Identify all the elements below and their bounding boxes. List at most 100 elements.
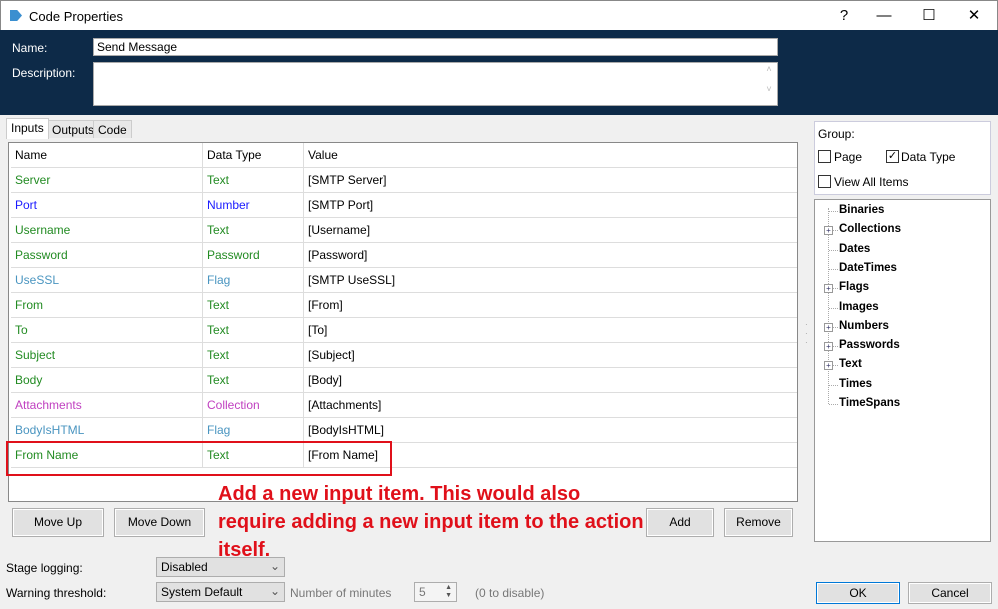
spinner-arrows-icon[interactable]: ▲ ▼ (445, 584, 452, 600)
row-data-type[interactable]: Text (203, 218, 304, 243)
row-name[interactable]: Server (11, 168, 203, 193)
title-bar: Code Properties ? — ☐ ✕ (0, 0, 998, 30)
tab-inputs[interactable]: Inputs (6, 118, 49, 139)
maximize-button[interactable]: ☐ (914, 5, 944, 27)
tree-item[interactable]: Text (839, 358, 862, 370)
table-row[interactable]: BodyIsHTML Flag [BodyIsHTML] (11, 418, 797, 443)
row-name[interactable]: Password (11, 243, 203, 268)
cancel-button[interactable]: Cancel (908, 582, 992, 604)
stage-logging-value: Disabled (161, 560, 208, 574)
row-value[interactable]: [BodyIsHTML] (304, 418, 797, 443)
row-name[interactable]: Subject (11, 343, 203, 368)
expand-icon[interactable]: + (824, 361, 833, 371)
minutes-spinner[interactable]: 5 ▲ ▼ (414, 582, 457, 602)
row-data-type[interactable]: Number (203, 193, 304, 218)
data-type-checkbox[interactable]: ✓ (886, 150, 899, 163)
table-row[interactable]: Attachments Collection [Attachments] (11, 393, 797, 418)
row-name[interactable]: UseSSL (11, 268, 203, 293)
row-name[interactable]: Attachments (11, 393, 203, 418)
header-panel: Name: Send Message Description: ˄ ˅ (0, 30, 998, 115)
group-box: Group: Page ✓ Data Type View All Items (814, 121, 991, 195)
remove-button[interactable]: Remove (724, 508, 793, 537)
row-data-type[interactable]: Text (203, 368, 304, 393)
row-value[interactable]: [Attachments] (304, 393, 797, 418)
page-checkbox[interactable] (818, 150, 831, 163)
table-row[interactable]: Username Text [Username] (11, 218, 797, 243)
tab-code[interactable]: Code (93, 120, 132, 138)
row-value[interactable]: [SMTP UseSSL] (304, 268, 797, 293)
table-row[interactable]: From Text [From] (11, 293, 797, 318)
table-row[interactable]: UseSSL Flag [SMTP UseSSL] (11, 268, 797, 293)
disable-hint: (0 to disable) (475, 586, 545, 600)
table-row[interactable]: Password Password [Password] (11, 243, 797, 268)
help-button[interactable]: ? (829, 5, 859, 27)
name-input[interactable]: Send Message (93, 38, 778, 56)
row-value[interactable]: [SMTP Server] (304, 168, 797, 193)
annotation-text: Add a new input item. This would also re… (218, 483, 644, 561)
view-all-checkbox[interactable] (818, 175, 831, 188)
row-name[interactable]: Port (11, 193, 203, 218)
stage-logging-label: Stage logging: (6, 561, 83, 575)
minimize-button[interactable]: — (869, 5, 899, 27)
row-data-type[interactable]: Text (203, 343, 304, 368)
app-icon (10, 10, 22, 21)
row-name[interactable]: Body (11, 368, 203, 393)
row-data-type[interactable]: Flag (203, 418, 304, 443)
row-data-type[interactable]: Text (203, 293, 304, 318)
splitter-handle[interactable]: · · · (805, 320, 808, 347)
move-down-button[interactable]: Move Down (114, 508, 205, 537)
table-row[interactable]: Server Text [SMTP Server] (11, 168, 797, 193)
row-name[interactable]: Username (11, 218, 203, 243)
tree-item[interactable]: Flags (839, 281, 869, 293)
tree-item[interactable]: DateTimes (839, 262, 897, 274)
row-data-type[interactable]: Text (203, 318, 304, 343)
minutes-value: 5 (419, 585, 426, 599)
row-value[interactable]: [Username] (304, 218, 797, 243)
table-row[interactable]: Subject Text [Subject] (11, 343, 797, 368)
row-data-type[interactable]: Flag (203, 268, 304, 293)
row-value[interactable]: [Subject] (304, 343, 797, 368)
column-header-name[interactable]: Name (11, 143, 203, 168)
row-value[interactable]: [From] (304, 293, 797, 318)
description-scrollbar[interactable]: ˄ ˅ (762, 64, 776, 104)
row-name[interactable]: BodyIsHTML (11, 418, 203, 443)
expand-icon[interactable]: + (824, 322, 833, 332)
data-type-label: Data Type (901, 150, 956, 164)
close-button[interactable]: ✕ (959, 5, 989, 27)
table-row[interactable]: To Text [To] (11, 318, 797, 343)
description-label: Description: (12, 66, 76, 80)
tree-item[interactable]: Dates (839, 243, 870, 255)
row-data-type[interactable]: Text (203, 168, 304, 193)
row-name[interactable]: To (11, 318, 203, 343)
row-data-type[interactable]: Collection (203, 393, 304, 418)
column-header-data-type[interactable]: Data Type (203, 143, 304, 168)
tab-outputs[interactable]: Outputs (47, 120, 100, 138)
add-button[interactable]: Add (646, 508, 714, 537)
tree-item[interactable]: Times (839, 378, 872, 390)
row-name[interactable]: From (11, 293, 203, 318)
table-row[interactable]: Body Text [Body] (11, 368, 797, 393)
expand-icon[interactable]: + (824, 284, 833, 294)
expand-icon[interactable]: + (824, 226, 833, 236)
name-label: Name: (12, 41, 48, 55)
expand-icon[interactable]: + (824, 342, 833, 352)
tree-item[interactable]: TimeSpans (839, 397, 900, 409)
tree-item[interactable]: Binaries (839, 204, 884, 216)
description-input[interactable] (93, 62, 778, 106)
row-value[interactable]: [To] (304, 318, 797, 343)
group-label: Group: (818, 127, 855, 141)
tree-item[interactable]: Passwords (839, 339, 900, 351)
ok-button[interactable]: OK (816, 582, 900, 604)
tree-item[interactable]: Images (839, 301, 879, 313)
move-up-button[interactable]: Move Up (12, 508, 104, 537)
row-value[interactable]: [Body] (304, 368, 797, 393)
tree-item[interactable]: Collections (839, 223, 901, 235)
warning-threshold-value: System Default (161, 585, 243, 599)
table-row[interactable]: Port Number [SMTP Port] (11, 193, 797, 218)
tree-item[interactable]: Numbers (839, 320, 889, 332)
warning-threshold-select[interactable]: System Default ⌄ (156, 582, 285, 602)
column-header-value[interactable]: Value (304, 143, 797, 168)
row-value[interactable]: [Password] (304, 243, 797, 268)
row-value[interactable]: [SMTP Port] (304, 193, 797, 218)
row-data-type[interactable]: Password (203, 243, 304, 268)
